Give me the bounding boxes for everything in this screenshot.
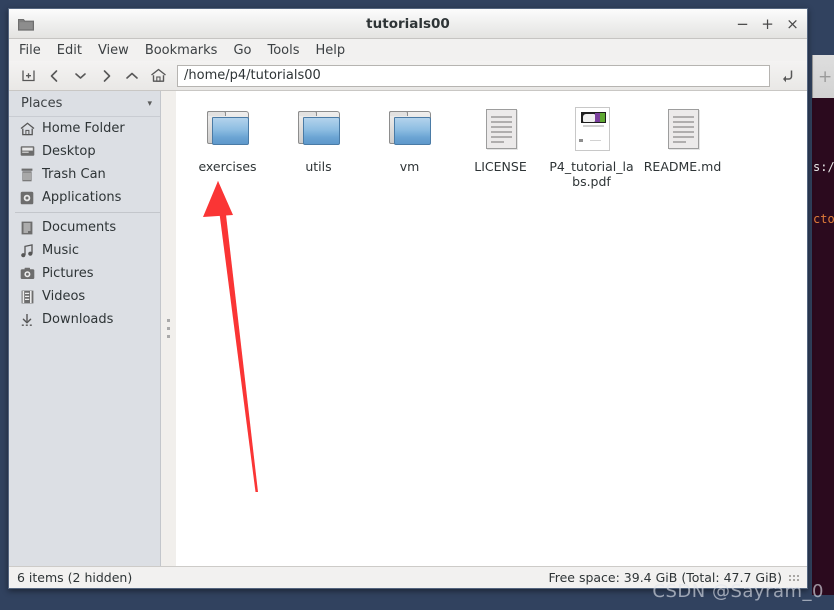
- sidebar-item-documents[interactable]: Documents: [9, 216, 160, 239]
- menu-edit[interactable]: Edit: [57, 43, 82, 58]
- new-tab-button[interactable]: [17, 65, 39, 87]
- file-item-utils[interactable]: utils: [273, 103, 364, 189]
- file-item-readme-md[interactable]: README.md: [637, 103, 728, 189]
- forward-button[interactable]: [95, 65, 117, 87]
- window-title: tutorials00: [366, 15, 450, 32]
- file-item-label: P4_tutorial_labs.pdf: [549, 159, 634, 189]
- history-dropdown-button[interactable]: [69, 65, 91, 87]
- background-terminal-window[interactable]: [812, 55, 834, 595]
- menu-go[interactable]: Go: [233, 43, 251, 58]
- home-icon: [150, 68, 166, 82]
- new-tab-icon: [21, 70, 35, 82]
- sidebar-item-label: Videos: [42, 289, 86, 304]
- text-document-icon: [477, 105, 525, 153]
- close-button[interactable]: ×: [786, 16, 799, 32]
- up-button[interactable]: [121, 65, 143, 87]
- sidebar-item-trash-can[interactable]: Trash Can: [9, 163, 160, 186]
- file-item-label: exercises: [198, 159, 257, 174]
- trash-icon: [19, 167, 35, 183]
- sidebar: Places ▾ Home Folder Desktop Trash Can A…: [9, 91, 161, 566]
- menu-file[interactable]: File: [19, 43, 41, 58]
- minimize-button[interactable]: −: [736, 16, 749, 32]
- toolbar: /home/p4/tutorials00: [9, 61, 807, 91]
- sidebar-item-label: Downloads: [42, 312, 114, 327]
- menu-help[interactable]: Help: [316, 43, 346, 58]
- go-button[interactable]: [777, 65, 799, 87]
- desktop-icon: [19, 144, 35, 160]
- chevron-down-icon[interactable]: ▾: [147, 99, 152, 109]
- file-manager-window: tutorials00 − + × File Edit View Bookmar…: [8, 8, 808, 589]
- sidebar-item-label: Pictures: [42, 266, 94, 281]
- sidebar-item-home-folder[interactable]: Home Folder: [9, 117, 160, 140]
- sidebar-item-pictures[interactable]: Pictures: [9, 262, 160, 285]
- terminal-new-tab-button[interactable]: +: [818, 69, 832, 86]
- menu-view[interactable]: View: [98, 43, 129, 58]
- menu-tools[interactable]: Tools: [267, 43, 299, 58]
- sidebar-item-videos[interactable]: Videos: [9, 285, 160, 308]
- sidebar-item-desktop[interactable]: Desktop: [9, 140, 160, 163]
- file-item-label: vm: [399, 159, 420, 174]
- file-item-label: utils: [305, 159, 332, 174]
- applications-icon: [19, 190, 35, 206]
- videos-icon: [19, 289, 35, 305]
- sidebar-item-label: Desktop: [42, 144, 96, 159]
- folder-icon: [204, 105, 252, 153]
- file-item-label: README.md: [643, 159, 722, 174]
- file-item-license[interactable]: LICENSE: [455, 103, 546, 189]
- window-titlebar[interactable]: tutorials00 − + ×: [9, 9, 807, 39]
- sidebar-divider: [15, 212, 160, 213]
- folder-icon: [386, 105, 434, 153]
- sidebar-item-label: Music: [42, 243, 79, 258]
- sidebar-item-label: Documents: [42, 220, 117, 235]
- terminal-text-fragment-2: cto: [813, 212, 834, 226]
- pdf-document-icon: [568, 105, 616, 153]
- file-grid: exercises utils vm LICENSE P4_tutorial_l…: [182, 103, 807, 189]
- file-item-label: LICENSE: [474, 159, 527, 174]
- text-document-icon: [659, 105, 707, 153]
- window-controls: − + ×: [736, 9, 799, 39]
- documents-icon: [19, 220, 35, 236]
- places-header-label: Places: [21, 96, 63, 111]
- chevron-up-icon: [126, 72, 138, 79]
- pictures-icon: [19, 266, 35, 282]
- sidebar-item-music[interactable]: Music: [9, 239, 160, 262]
- window-folder-icon: [18, 19, 34, 31]
- back-button[interactable]: [43, 65, 65, 87]
- sidebar-item-label: Home Folder: [42, 121, 125, 136]
- downloads-icon: [19, 312, 35, 328]
- window-body: Places ▾ Home Folder Desktop Trash Can A…: [9, 91, 807, 566]
- menu-bookmarks[interactable]: Bookmarks: [145, 43, 218, 58]
- sidebar-item-label: Trash Can: [42, 167, 106, 182]
- resize-grip-icon[interactable]: [789, 574, 799, 581]
- sidebar-item-downloads[interactable]: Downloads: [9, 308, 160, 331]
- go-down-arrow-icon: [783, 70, 793, 83]
- chevron-down-icon: [74, 72, 86, 79]
- file-item-vm[interactable]: vm: [364, 103, 455, 189]
- places-header[interactable]: Places ▾: [9, 91, 160, 117]
- maximize-button[interactable]: +: [761, 16, 774, 32]
- file-item-p4-tutorial-labs-pdf[interactable]: P4_tutorial_labs.pdf: [546, 103, 637, 189]
- file-item-exercises[interactable]: exercises: [182, 103, 273, 189]
- terminal-text-fragment-1: s:/: [813, 160, 834, 174]
- chevron-left-icon: [50, 69, 57, 82]
- folder-icon: [295, 105, 343, 153]
- path-input[interactable]: /home/p4/tutorials00: [177, 64, 770, 87]
- splitter-grip-icon: [167, 319, 170, 338]
- watermark: CSDN @Sayram_0: [652, 581, 824, 602]
- path-text: /home/p4/tutorials00: [184, 68, 321, 83]
- music-icon: [19, 243, 35, 259]
- home-button[interactable]: [147, 65, 169, 87]
- sidebar-item-label: Applications: [42, 190, 122, 205]
- sidebar-splitter[interactable]: [161, 91, 176, 566]
- menubar: File Edit View Bookmarks Go Tools Help: [9, 39, 807, 61]
- item-count-label: 6 items (2 hidden): [17, 570, 133, 585]
- chevron-right-icon: [103, 69, 110, 82]
- file-list-area[interactable]: exercises utils vm LICENSE P4_tutorial_l…: [176, 91, 807, 566]
- home-icon: [19, 121, 35, 137]
- sidebar-item-applications[interactable]: Applications: [9, 186, 160, 209]
